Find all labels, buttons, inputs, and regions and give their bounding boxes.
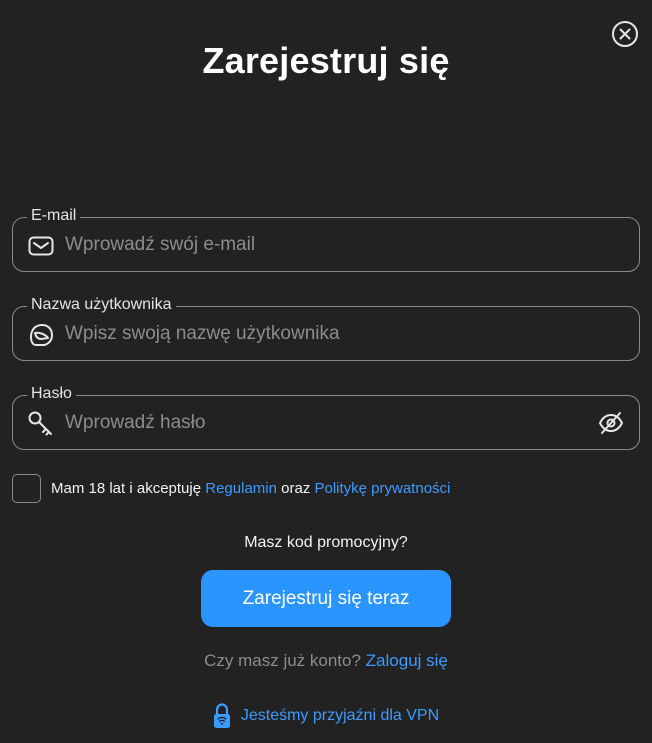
register-button[interactable]: Zarejestruj się teraz (201, 570, 451, 627)
page-title: Zarejestruj się (202, 40, 450, 81)
terms-text: Mam 18 lat i akceptuję Regulamin oraz Po… (51, 480, 450, 497)
login-prompt: Czy masz już konto? (204, 651, 366, 670)
terms-row: Mam 18 lat i akceptuję Regulamin oraz Po… (12, 474, 450, 503)
vpn-text[interactable]: Jesteśmy przyjaźni dla VPN (241, 707, 439, 725)
eye-slash-icon[interactable] (597, 410, 625, 436)
terms-prefix: Mam 18 lat i akceptuję (51, 480, 206, 497)
username-field-container: Nazwa użytkownika (12, 294, 640, 361)
password-field-container: Hasło (12, 383, 640, 450)
regulations-link[interactable]: Regulamin (205, 480, 277, 497)
vpn-friendly-notice: Jesteśmy przyjaźni dla VPN (0, 703, 652, 729)
key-icon (27, 411, 55, 437)
promo-code-link[interactable]: Masz kod promocyjny? (0, 534, 652, 552)
helmet-icon (27, 322, 55, 348)
terms-middle: oraz (276, 480, 315, 497)
login-row: Czy masz już konto? Zaloguj się (0, 651, 652, 671)
close-icon (619, 28, 631, 40)
terms-checkbox[interactable] (12, 474, 41, 503)
password-input[interactable] (65, 396, 595, 449)
email-input[interactable] (65, 218, 595, 271)
privacy-policy-link[interactable]: Politykę prywatności (314, 480, 450, 497)
padlock-icon (213, 703, 231, 729)
login-link[interactable]: Zaloguj się (366, 651, 448, 670)
email-field-container: E-mail (12, 205, 640, 272)
envelope-icon (27, 233, 55, 259)
username-input[interactable] (65, 307, 595, 360)
